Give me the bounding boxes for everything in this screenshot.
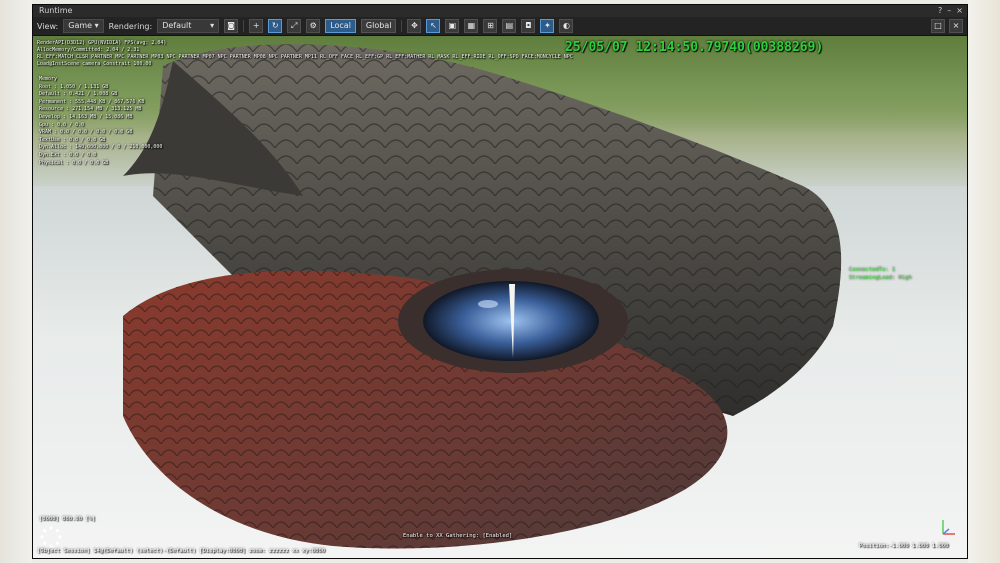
- memory-stat-value: 555.448 KB / 867.576 KB: [75, 98, 145, 105]
- memory-stat-label: VRAM: [39, 129, 52, 136]
- memory-stat-value: 271.154 MB / 313.125 MB: [72, 106, 142, 113]
- debug-header-line-2: AllocMemory/Committed: 2.04 / 2.31: [37, 47, 140, 53]
- memory-stat-row: Resource : 271.154 MB / 313.125 MB: [39, 106, 142, 113]
- grid-icon[interactable]: ▦: [464, 19, 479, 33]
- memory-stat-value: 0.0 / 0.0 / 0.0 / 0.0 GB: [60, 129, 133, 136]
- bottom-center-status: Enable to XX Gathering: [Enabled]: [403, 533, 513, 539]
- memory-stat-label: Gpu: [39, 121, 49, 128]
- memory-stat-row: Physical : 0.0 / 0.0 GB: [39, 159, 109, 166]
- left-decorative-border: [0, 0, 32, 563]
- streaming-readout: ConnectedTo: 1 StreamingLoad: High: [849, 266, 912, 282]
- image-icon[interactable]: ▤: [502, 19, 517, 33]
- rendering-dropdown-value: Default: [162, 21, 192, 30]
- view-dropdown[interactable]: Game ▾: [63, 19, 104, 33]
- dragon-head-model: [123, 44, 842, 549]
- memory-stats-title: Memory: [39, 76, 58, 82]
- window-titlebar: Runtime ? – ×: [33, 5, 967, 17]
- memory-stat-value: 140,000,000 / 0 / 210,000,000: [75, 144, 163, 151]
- camera-position-readout: Position:-1.000 1.000 1.000: [859, 543, 949, 549]
- window-title: Runtime: [39, 6, 73, 15]
- select-icon[interactable]: ↖: [426, 19, 441, 33]
- expand-icon[interactable]: ⤢: [287, 19, 302, 33]
- memory-stat-label: Root: [39, 83, 52, 90]
- view-icon[interactable]: ◐: [559, 19, 574, 33]
- memory-stat-value: 0.0 / 0.0: [69, 151, 97, 158]
- close-viewport-icon[interactable]: ×: [949, 19, 963, 33]
- game-viewport[interactable]: RenderAPI(D3D12) GPU(NVIDIA) FPS(avg: 2.…: [33, 36, 967, 558]
- memory-stat-value: 0.0 / 0.0 GB: [72, 159, 109, 166]
- memory-stat-label: Default: [39, 91, 61, 98]
- memory-stat-label: Permanent: [39, 98, 67, 105]
- maximize-viewport-icon[interactable]: □: [931, 19, 945, 33]
- memory-stat-label: Physical: [39, 159, 64, 166]
- loading-spinner-icon: [40, 526, 62, 548]
- streaming-readout-line: StreamingLoad: High: [849, 275, 912, 281]
- view-label: View:: [37, 21, 59, 31]
- window-controls: ? – ×: [938, 5, 963, 17]
- plus-icon[interactable]: +: [249, 19, 264, 33]
- bottom-left-status-1: [0000] 000.00 [%]: [39, 516, 96, 522]
- settings-icon[interactable]: ⚙: [306, 19, 321, 33]
- memory-stat-value: 1.050 / 1.131 GB: [60, 83, 109, 90]
- axis-gizmo-icon: [942, 520, 955, 535]
- memory-stat-row: Develop : 14.163 MB / 15.086 MB: [39, 113, 133, 120]
- gizmo-icon[interactable]: ▣: [445, 19, 460, 33]
- close-button[interactable]: ×: [956, 5, 963, 17]
- minimize-button[interactable]: –: [947, 5, 951, 17]
- debug-header-line-4: Load@InstScene camera Constrait 100.00: [37, 61, 152, 67]
- snap-icon[interactable]: ⊞: [483, 19, 498, 33]
- help-button[interactable]: ?: [938, 5, 942, 17]
- toolbar-divider: [243, 20, 245, 32]
- chevron-down-icon: ▾: [210, 21, 215, 30]
- debug-header-line-1: RenderAPI(D3D12) GPU(NVIDIA) FPS(avg: 2.…: [37, 40, 167, 46]
- toolbar-right-group: □ ×: [931, 19, 963, 33]
- toolbar-divider: [401, 20, 403, 32]
- runtime-window: Runtime ? – × View: Game ▾ Rendering: De…: [32, 4, 968, 559]
- global-button[interactable]: Global: [360, 19, 397, 33]
- viewport-toolbar: View: Game ▾ Rendering: Default ▾ ◙ + ↻ …: [33, 17, 967, 36]
- chevron-down-icon: ▾: [94, 21, 99, 30]
- memory-stat-value: 0.0 / 0.0 GB: [69, 136, 106, 143]
- memory-stat-row: Dyn.Alloc : 140,000,000 / 0 / 210,000,00…: [39, 144, 163, 151]
- memory-stat-label: TextUse: [39, 136, 61, 143]
- light-icon[interactable]: ✦: [540, 19, 555, 33]
- streaming-readout-line: ConnectedTo: 1: [849, 267, 896, 273]
- memory-stat-value: 0.0 / 0.0: [57, 121, 85, 128]
- memory-stat-label: Dyn.Ext: [39, 151, 61, 158]
- move-icon[interactable]: ✥: [407, 19, 422, 33]
- view-dropdown-value: Game: [68, 21, 93, 30]
- rendering-label: Rendering:: [108, 21, 153, 31]
- debug-timestamp: 25/05/07 12:14:50.79740(00388269): [565, 40, 824, 55]
- local-button[interactable]: Local: [325, 19, 356, 33]
- right-decorative-border: [968, 0, 1000, 563]
- memory-stat-value: 14.163 MB / 15.086 MB: [69, 113, 133, 120]
- bottom-left-status-2: [Object Session] 14@(Default) (select)-(…: [37, 548, 326, 554]
- memory-stat-row: Default : 0.421 / 1.008 GB: [39, 91, 118, 98]
- memory-stats-panel: Memory Root : 1.050 / 1.131 GB Default :…: [39, 76, 162, 167]
- screenshot-icon[interactable]: ◘: [521, 19, 536, 33]
- rotate-icon[interactable]: ↻: [268, 19, 283, 33]
- debug-header-line-3: RL_EFF:MATCH_CLSR PARTNER MPC PARTNER MP…: [37, 54, 573, 60]
- memory-stat-label: Resource: [39, 106, 64, 113]
- camera-icon[interactable]: ◙: [224, 19, 239, 33]
- rendering-dropdown[interactable]: Default ▾: [157, 19, 220, 33]
- memory-stat-value: 0.421 / 1.008 GB: [69, 91, 118, 98]
- memory-stat-label: Dyn.Alloc: [39, 144, 67, 151]
- memory-stat-label: Develop: [39, 113, 61, 120]
- memory-stat-row: Dyn.Ext : 0.0 / 0.0: [39, 151, 97, 158]
- memory-stat-row: VRAM : 0.0 / 0.0 / 0.0 / 0.0 GB: [39, 129, 133, 136]
